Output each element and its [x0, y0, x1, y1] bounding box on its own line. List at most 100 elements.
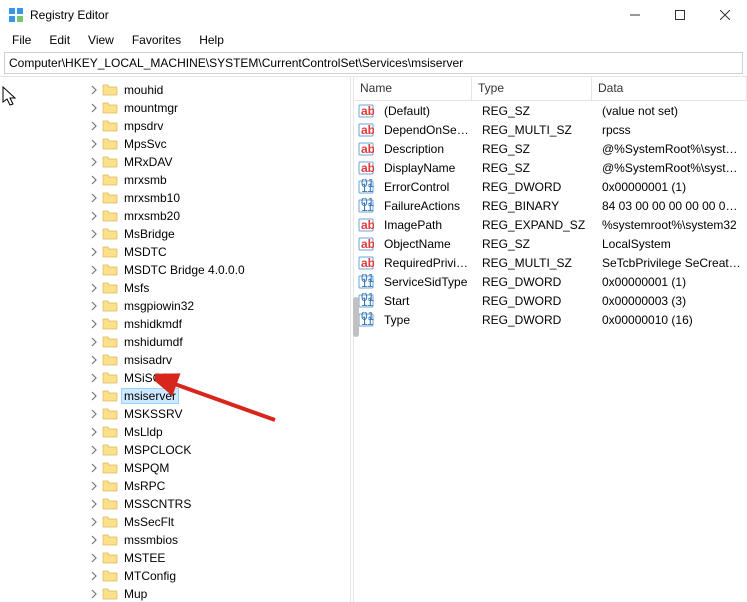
menu-favorites[interactable]: Favorites — [124, 31, 189, 49]
column-type[interactable]: Type — [472, 77, 592, 100]
value-name: ServiceSidType — [378, 275, 476, 289]
chevron-right-icon[interactable] — [88, 390, 100, 402]
tree-node[interactable]: mrxsmb — [0, 171, 350, 189]
binary-value-icon: 011110 — [358, 293, 374, 309]
list-row[interactable]: 011110TypeREG_DWORD0x00000010 (16) — [354, 310, 747, 329]
value-type: REG_SZ — [476, 142, 596, 156]
list-row[interactable]: 011110ErrorControlREG_DWORD0x00000001 (1… — [354, 177, 747, 196]
tree-node[interactable]: MTConfig — [0, 567, 350, 585]
chevron-right-icon[interactable] — [88, 534, 100, 546]
folder-icon — [102, 209, 118, 223]
tree-label: MsSecFlt — [122, 515, 176, 529]
window-title: Registry Editor — [30, 8, 612, 22]
chevron-right-icon[interactable] — [88, 408, 100, 420]
svg-text:ab: ab — [361, 123, 374, 137]
tree-label: MSDTC Bridge 4.0.0.0 — [122, 263, 247, 277]
chevron-right-icon[interactable] — [88, 138, 100, 150]
value-type: REG_MULTI_SZ — [476, 256, 596, 270]
chevron-right-icon[interactable] — [88, 120, 100, 132]
tree-node[interactable]: msgpiowin32 — [0, 297, 350, 315]
chevron-right-icon[interactable] — [88, 246, 100, 258]
list-row[interactable]: abRequiredPrivileg...REG_MULTI_SZSeTcbPr… — [354, 253, 747, 272]
tree-node[interactable]: MsBridge — [0, 225, 350, 243]
tree-node[interactable]: MsSecFlt — [0, 513, 350, 531]
column-name[interactable]: Name — [354, 77, 472, 100]
chevron-right-icon[interactable] — [88, 426, 100, 438]
tree-label: mssmbios — [122, 533, 180, 547]
chevron-right-icon[interactable] — [88, 282, 100, 294]
chevron-right-icon[interactable] — [88, 444, 100, 456]
tree-node[interactable]: MSSCNTRS — [0, 495, 350, 513]
chevron-right-icon[interactable] — [88, 228, 100, 240]
tree-node[interactable]: mshidumdf — [0, 333, 350, 351]
splitter[interactable] — [350, 77, 354, 602]
tree-node[interactable]: Mup — [0, 585, 350, 602]
chevron-right-icon[interactable] — [88, 210, 100, 222]
chevron-right-icon[interactable] — [88, 192, 100, 204]
chevron-right-icon[interactable] — [88, 84, 100, 96]
chevron-right-icon[interactable] — [88, 156, 100, 168]
list-row[interactable]: abDependOnServiceREG_MULTI_SZrpcss — [354, 120, 747, 139]
close-button[interactable] — [702, 0, 747, 30]
tree-node[interactable]: MSTEE — [0, 549, 350, 567]
tree-node[interactable]: MRxDAV — [0, 153, 350, 171]
chevron-right-icon[interactable] — [88, 372, 100, 384]
chevron-right-icon[interactable] — [88, 336, 100, 348]
value-name: RequiredPrivileg... — [378, 256, 476, 270]
list-row[interactable]: ab(Default)REG_SZ(value not set) — [354, 101, 747, 120]
tree-node[interactable]: Msfs — [0, 279, 350, 297]
tree-node[interactable]: msiserver — [0, 387, 350, 405]
tree-node[interactable]: mrxsmb10 — [0, 189, 350, 207]
list-row[interactable]: abDescriptionREG_SZ@%SystemRoot%\system — [354, 139, 747, 158]
chevron-right-icon[interactable] — [88, 354, 100, 366]
tree-node[interactable]: MsRPC — [0, 477, 350, 495]
tree-node[interactable]: MSDTC — [0, 243, 350, 261]
chevron-right-icon[interactable] — [88, 480, 100, 492]
chevron-right-icon[interactable] — [88, 174, 100, 186]
tree-node[interactable]: mpsdrv — [0, 117, 350, 135]
menu-file[interactable]: File — [4, 31, 39, 49]
tree-node[interactable]: MSiSCSI — [0, 369, 350, 387]
menu-help[interactable]: Help — [191, 31, 232, 49]
chevron-right-icon[interactable] — [88, 300, 100, 312]
list-pane[interactable]: Name Type Data ab(Default)REG_SZ(value n… — [354, 77, 747, 602]
chevron-right-icon[interactable] — [88, 570, 100, 582]
tree-node[interactable]: MSPQM — [0, 459, 350, 477]
menu-edit[interactable]: Edit — [41, 31, 78, 49]
chevron-right-icon[interactable] — [88, 588, 100, 600]
tree-node[interactable]: MSKSSRV — [0, 405, 350, 423]
menu-view[interactable]: View — [80, 31, 122, 49]
tree-node[interactable]: mouhid — [0, 81, 350, 99]
maximize-button[interactable] — [657, 0, 702, 30]
value-type: REG_DWORD — [476, 275, 596, 289]
list-row[interactable]: abImagePathREG_EXPAND_SZ%systemroot%\sys… — [354, 215, 747, 234]
address-bar[interactable]: Computer\HKEY_LOCAL_MACHINE\SYSTEM\Curre… — [4, 52, 743, 74]
tree-node[interactable]: mrxsmb20 — [0, 207, 350, 225]
list-row[interactable]: abObjectNameREG_SZLocalSystem — [354, 234, 747, 253]
folder-icon — [102, 461, 118, 475]
tree-node[interactable]: mshidkmdf — [0, 315, 350, 333]
list-row[interactable]: 011110FailureActionsREG_BINARY84 03 00 0… — [354, 196, 747, 215]
list-row[interactable]: abDisplayNameREG_SZ@%SystemRoot%\system — [354, 158, 747, 177]
list-row[interactable]: 011110ServiceSidTypeREG_DWORD0x00000001 … — [354, 272, 747, 291]
tree-node[interactable]: MsLldp — [0, 423, 350, 441]
chevron-right-icon[interactable] — [88, 498, 100, 510]
chevron-right-icon[interactable] — [88, 102, 100, 114]
chevron-right-icon[interactable] — [88, 552, 100, 564]
chevron-right-icon[interactable] — [88, 462, 100, 474]
tree-node[interactable]: mountmgr — [0, 99, 350, 117]
chevron-right-icon[interactable] — [88, 516, 100, 528]
chevron-right-icon[interactable] — [88, 264, 100, 276]
tree-pane[interactable]: mouhidmountmgrmpsdrvMpsSvcMRxDAVmrxsmbmr… — [0, 77, 350, 602]
chevron-right-icon[interactable] — [88, 318, 100, 330]
list-row[interactable]: 011110StartREG_DWORD0x00000003 (3) — [354, 291, 747, 310]
tree-node[interactable]: MSPCLOCK — [0, 441, 350, 459]
tree-node[interactable]: MpsSvc — [0, 135, 350, 153]
column-data[interactable]: Data — [592, 77, 747, 100]
minimize-button[interactable] — [612, 0, 657, 30]
tree-node[interactable]: mssmbios — [0, 531, 350, 549]
tree-node[interactable]: MSDTC Bridge 4.0.0.0 — [0, 261, 350, 279]
value-name: ErrorControl — [378, 180, 476, 194]
tree-node[interactable]: msisadrv — [0, 351, 350, 369]
folder-icon — [102, 281, 118, 295]
